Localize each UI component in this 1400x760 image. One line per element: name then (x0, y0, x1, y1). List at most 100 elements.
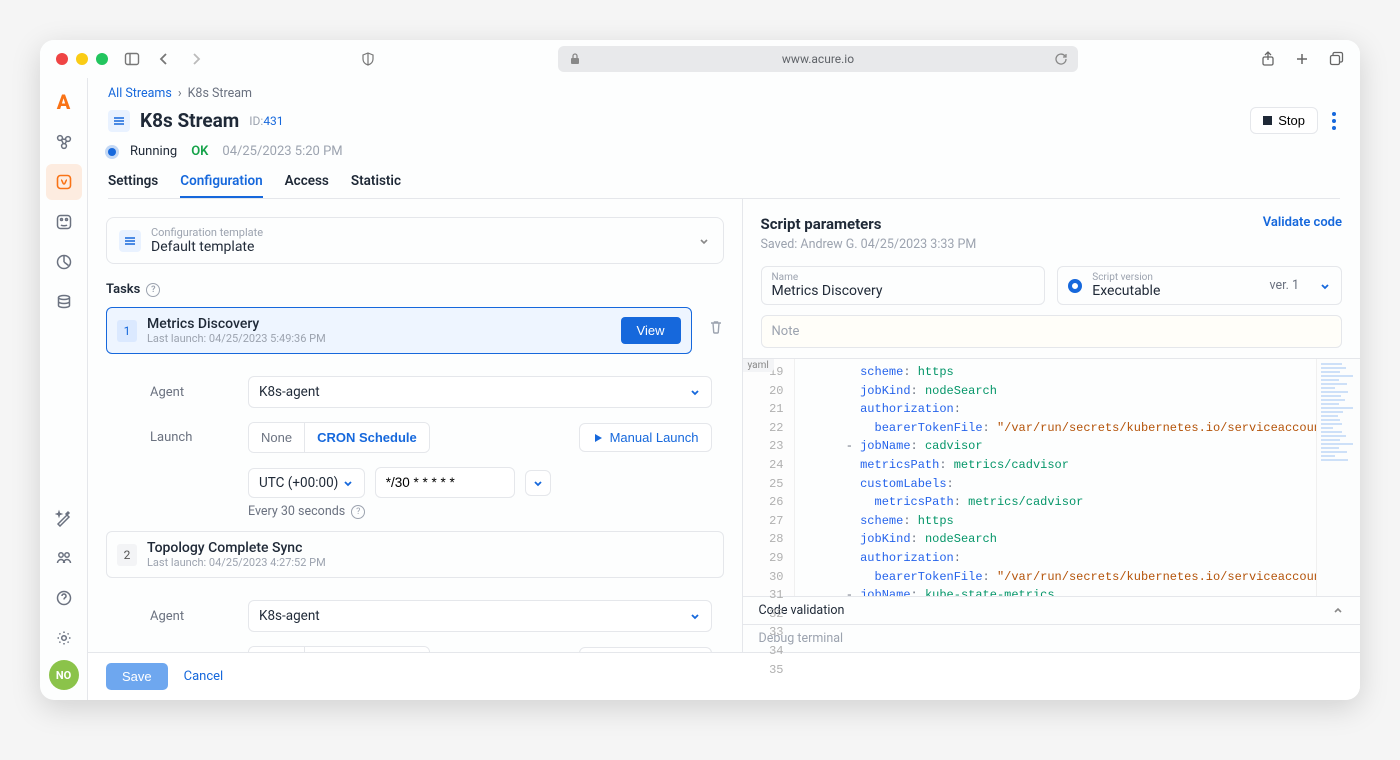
browser-icons-right (1260, 51, 1344, 67)
task-card-2[interactable]: 2 Topology Complete Sync Last launch: 04… (106, 531, 724, 578)
shield-icon[interactable] (360, 51, 376, 67)
task-sub: Last launch: 04/25/2023 5:49:36 PM (147, 332, 326, 345)
nav-forward-icon[interactable] (188, 51, 204, 67)
page-id: ID:431 (249, 114, 283, 128)
minimize-window-icon[interactable] (76, 53, 88, 65)
manual-launch-button[interactable]: Manual Launch (579, 423, 712, 452)
avatar[interactable]: NO (49, 660, 79, 690)
stop-button[interactable]: Stop (1250, 107, 1318, 134)
save-button[interactable]: Save (106, 663, 168, 690)
note-input[interactable]: Note (761, 315, 1343, 348)
app-logo[interactable]: A (51, 84, 77, 120)
task-1-body: Agent K8s-agent Launch None CRON Schedul… (106, 370, 724, 531)
page-tabs: Settings Configuration Access Statistic (108, 173, 1340, 199)
new-tab-icon[interactable] (1294, 51, 1310, 67)
browser-window: www.acure.io A NO (40, 40, 1360, 700)
play-icon (592, 432, 604, 444)
task-card-1: 1 Metrics Discovery Last launch: 04/25/2… (106, 307, 692, 354)
agent-select[interactable]: K8s-agent (248, 376, 712, 408)
tab-settings[interactable]: Settings (108, 173, 158, 198)
launch-cron[interactable]: CRON Schedule (304, 423, 429, 452)
sidebar-item-users[interactable] (46, 540, 82, 576)
sidebar-item-graph[interactable] (46, 124, 82, 160)
task-sub: Last launch: 04/25/2023 4:27:52 PM (147, 556, 326, 569)
status-health: OK (191, 144, 208, 159)
help-icon[interactable]: ? (146, 283, 160, 297)
chevron-down-icon (689, 386, 701, 398)
sidebar-item-settings[interactable] (46, 620, 82, 656)
script-name-input[interactable]: Name Metrics Discovery (761, 266, 1046, 305)
script-pane: Script parameters Saved: Andrew G. 04/25… (743, 199, 1361, 652)
code-content[interactable]: scheme: https jobKind: nodeSearch author… (795, 359, 1317, 596)
page-header: All Streams › K8s Stream K8s Stream ID:4… (88, 78, 1360, 199)
tabs-overview-icon[interactable] (1328, 51, 1344, 67)
cron-input[interactable] (375, 467, 515, 498)
help-icon[interactable]: ? (351, 505, 365, 519)
share-icon[interactable] (1260, 51, 1276, 67)
minimap[interactable] (1316, 359, 1360, 596)
more-menu-icon[interactable] (1328, 108, 1340, 134)
template-value: Default template (151, 239, 687, 255)
breadcrumb-current: K8s Stream (188, 86, 252, 101)
line-gutter: 1920212223242526272829303132333435 (743, 359, 795, 596)
reload-icon[interactable] (1054, 52, 1068, 66)
cron-human: Every 30 seconds? (150, 504, 712, 519)
agent-label: Agent (150, 609, 234, 624)
validate-code-button[interactable]: Validate code (1263, 215, 1342, 230)
launch-label: Launch (150, 430, 234, 445)
code-editor[interactable]: yaml 1920212223242526272829303132333435 … (743, 358, 1361, 596)
tab-configuration[interactable]: Configuration (180, 173, 262, 198)
status-row: Running OK 04/25/2023 5:20 PM (108, 144, 1340, 159)
url-text: www.acure.io (782, 52, 854, 66)
chevron-right-icon: › (178, 86, 182, 101)
tab-statistic[interactable]: Statistic (351, 173, 401, 198)
app-sidebar: A NO (40, 78, 88, 700)
template-select[interactable]: Configuration template Default template (106, 217, 724, 264)
tab-access[interactable]: Access (285, 173, 329, 198)
page-title: K8s Stream (140, 109, 239, 132)
sidebar-toggle-icon[interactable] (124, 51, 140, 67)
app-frame: A NO All Streams › K8s Stream (40, 78, 1360, 700)
script-params-title: Script parameters (761, 215, 977, 233)
cron-dropdown[interactable] (525, 470, 551, 496)
status-state: Running (130, 144, 177, 159)
url-bar[interactable]: www.acure.io (558, 46, 1078, 72)
chevron-down-icon (1319, 280, 1331, 292)
launch-none[interactable]: None (249, 423, 304, 452)
breadcrumb-root[interactable]: All Streams (108, 86, 172, 101)
lock-icon (568, 52, 582, 66)
view-button[interactable]: View (621, 317, 681, 344)
delete-task-icon[interactable] (708, 307, 724, 335)
sidebar-item-analytics[interactable] (46, 244, 82, 280)
chevron-down-icon (697, 234, 711, 248)
tasks-label: Tasks ? (106, 282, 724, 297)
nav-back-icon[interactable] (156, 51, 172, 67)
task-title: Topology Complete Sync (147, 540, 326, 556)
sidebar-item-wizard[interactable] (46, 500, 82, 536)
agent-select[interactable]: K8s-agent (248, 600, 712, 632)
window-traffic-lights (56, 53, 108, 65)
script-version-select[interactable]: Script version Executable ver. 1 (1057, 266, 1342, 305)
debug-terminal-toggle[interactable]: Debug terminal (743, 624, 1361, 652)
browser-chrome: www.acure.io (40, 40, 1360, 78)
chevron-down-icon (342, 477, 354, 489)
running-indicator-icon (108, 148, 116, 156)
tz-select[interactable]: UTC (+00:00) (248, 468, 365, 498)
sidebar-item-dashboards[interactable] (46, 204, 82, 240)
agent-label: Agent (150, 385, 234, 400)
close-window-icon[interactable] (56, 53, 68, 65)
stop-icon (1263, 116, 1272, 125)
maximize-window-icon[interactable] (96, 53, 108, 65)
sidebar-item-streams[interactable] (46, 164, 82, 200)
content: All Streams › K8s Stream K8s Stream ID:4… (88, 78, 1360, 700)
sidebar-item-help[interactable] (46, 580, 82, 616)
cancel-button[interactable]: Cancel (184, 669, 224, 684)
template-label: Configuration template (151, 226, 687, 239)
title-row: K8s Stream ID:431 Stop (108, 107, 1340, 134)
code-validation-toggle[interactable]: Code validation (743, 597, 1361, 624)
launch-mode-toggle: None CRON Schedule (248, 422, 430, 453)
sidebar-item-db[interactable] (46, 284, 82, 320)
lang-tag: yaml (743, 359, 774, 372)
footer-bar: Save Cancel (88, 652, 1360, 700)
split-pane: Configuration template Default template … (88, 199, 1360, 652)
